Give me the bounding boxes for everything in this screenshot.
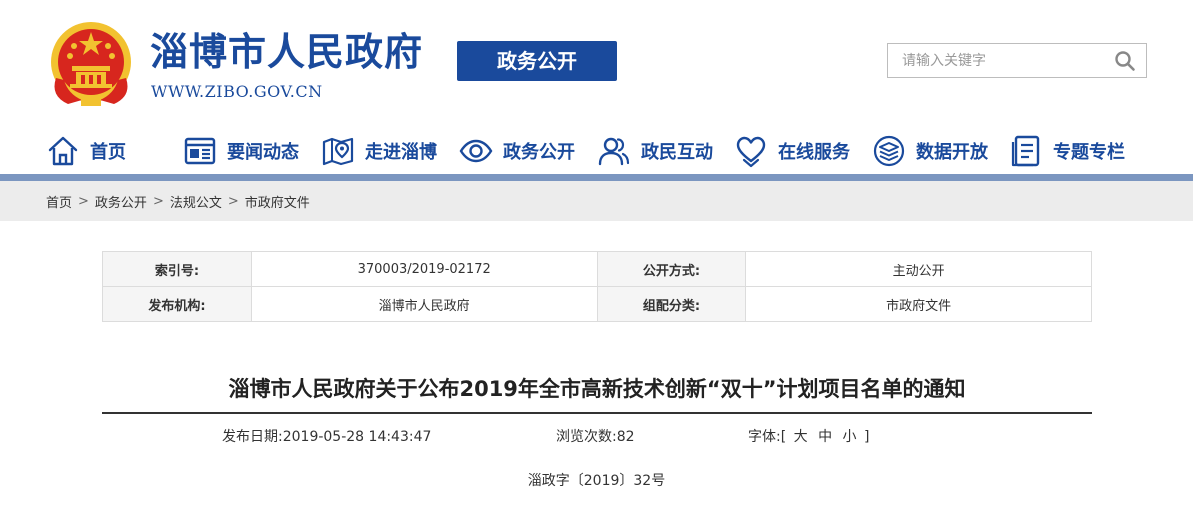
index-number-value: 370003/2019-02172 (250, 251, 598, 287)
font-size-selector: 字体:[ 大 中 小 ] (748, 427, 869, 447)
publisher-label: 发布机构: (102, 286, 252, 322)
news-icon (184, 137, 216, 165)
map-location-icon (322, 137, 354, 166)
breadcrumb-gov-affairs[interactable]: 政务公开 (95, 192, 147, 211)
nav-item-news[interactable]: 要闻动态 (183, 128, 299, 174)
font-medium-button[interactable]: 中 (818, 429, 832, 445)
nav-label: 走进淄博 (365, 142, 437, 163)
title-divider (102, 412, 1092, 414)
disclosure-method-value: 主动公开 (745, 251, 1092, 287)
table-row: 索引号: 370003/2019-02172 公开方式: 主动公开 (102, 251, 1092, 287)
nav-item-gov-affairs[interactable]: 政务公开 (459, 128, 575, 174)
font-size-label: 字体: (748, 429, 781, 445)
nav-label: 要闻动态 (227, 142, 299, 163)
publisher-value: 淄博市人民政府 (250, 286, 598, 322)
font-small-button[interactable]: 小 (843, 429, 857, 445)
nav-label: 政务公开 (503, 142, 575, 163)
search-icon[interactable] (1114, 50, 1136, 72)
publish-date: 发布日期:2019-05-28 14:43:47 (222, 427, 431, 447)
publish-date-label: 发布日期: (222, 429, 283, 445)
nav-item-about[interactable]: 走进淄博 (321, 128, 437, 174)
breadcrumb-separator: > (152, 193, 164, 209)
nav-label: 在线服务 (778, 142, 850, 163)
main-nav: 首页 要闻动态 走进淄博 政务公开 政民互动 在线服务 数据开放 专题专栏 (0, 128, 1193, 174)
nav-item-online-service[interactable]: 在线服务 (734, 128, 850, 174)
nav-item-special-topics[interactable]: 专题专栏 (1009, 128, 1125, 174)
breadcrumb-home[interactable]: 首页 (46, 192, 72, 211)
search-input[interactable] (888, 44, 1098, 77)
nav-label: 首页 (90, 142, 126, 163)
eye-icon (459, 139, 493, 163)
nav-item-interaction[interactable]: 政民互动 (597, 128, 713, 174)
nav-item-home[interactable]: 首页 (46, 128, 126, 174)
document-number: 淄政字〔2019〕32号 (527, 473, 666, 489)
index-number-label: 索引号: (102, 251, 252, 287)
breadcrumb: 首页 > 政务公开 > 法规公文 > 市政府文件 (0, 181, 1193, 221)
category-label: 组配分类: (596, 286, 747, 322)
section-badge[interactable]: 政务公开 (457, 41, 617, 81)
nav-label: 专题专栏 (1053, 142, 1125, 163)
article-title: 淄博市人民政府关于公布2019年全市高新技术创新“双十”计划项目名单的通知 (228, 377, 966, 401)
view-count: 浏览次数:82 (556, 427, 635, 447)
view-count-value: 82 (616, 429, 635, 445)
national-emblem-icon[interactable] (48, 18, 134, 110)
table-row: 发布机构: 淄博市人民政府 组配分类: 市政府文件 (102, 286, 1092, 322)
category-value: 市政府文件 (745, 286, 1092, 322)
search-box (887, 43, 1147, 78)
database-layers-icon (873, 135, 905, 167)
nav-label: 政民互动 (641, 142, 713, 163)
nav-item-open-data[interactable]: 数据开放 (872, 128, 988, 174)
nav-label: 数据开放 (916, 142, 988, 163)
heart-hands-icon (736, 136, 766, 168)
breadcrumb-separator: > (78, 193, 89, 209)
site-header: 淄博市人民政府 WWW.ZIBO.GOV.CN 政务公开 (0, 0, 1193, 120)
home-icon (48, 136, 78, 166)
disclosure-method-label: 公开方式: (596, 251, 747, 287)
site-title[interactable]: 淄博市人民政府 (150, 30, 423, 74)
document-list-icon (1011, 135, 1040, 167)
document-info-table: 索引号: 370003/2019-02172 公开方式: 主动公开 发布机构: … (102, 251, 1092, 322)
breadcrumb-regulations[interactable]: 法规公文 (170, 192, 222, 211)
site-url[interactable]: WWW.ZIBO.GOV.CN (151, 82, 323, 102)
nav-divider-bar (0, 174, 1193, 181)
font-large-button[interactable]: 大 (794, 429, 808, 445)
publish-date-value: 2019-05-28 14:43:47 (282, 429, 432, 445)
font-bracket-close: ] (864, 429, 870, 445)
users-icon (598, 137, 630, 166)
breadcrumb-city-documents[interactable]: 市政府文件 (245, 192, 310, 211)
breadcrumb-separator: > (227, 193, 239, 209)
view-count-label: 浏览次数: (556, 429, 617, 445)
font-bracket-open: [ (780, 429, 787, 445)
